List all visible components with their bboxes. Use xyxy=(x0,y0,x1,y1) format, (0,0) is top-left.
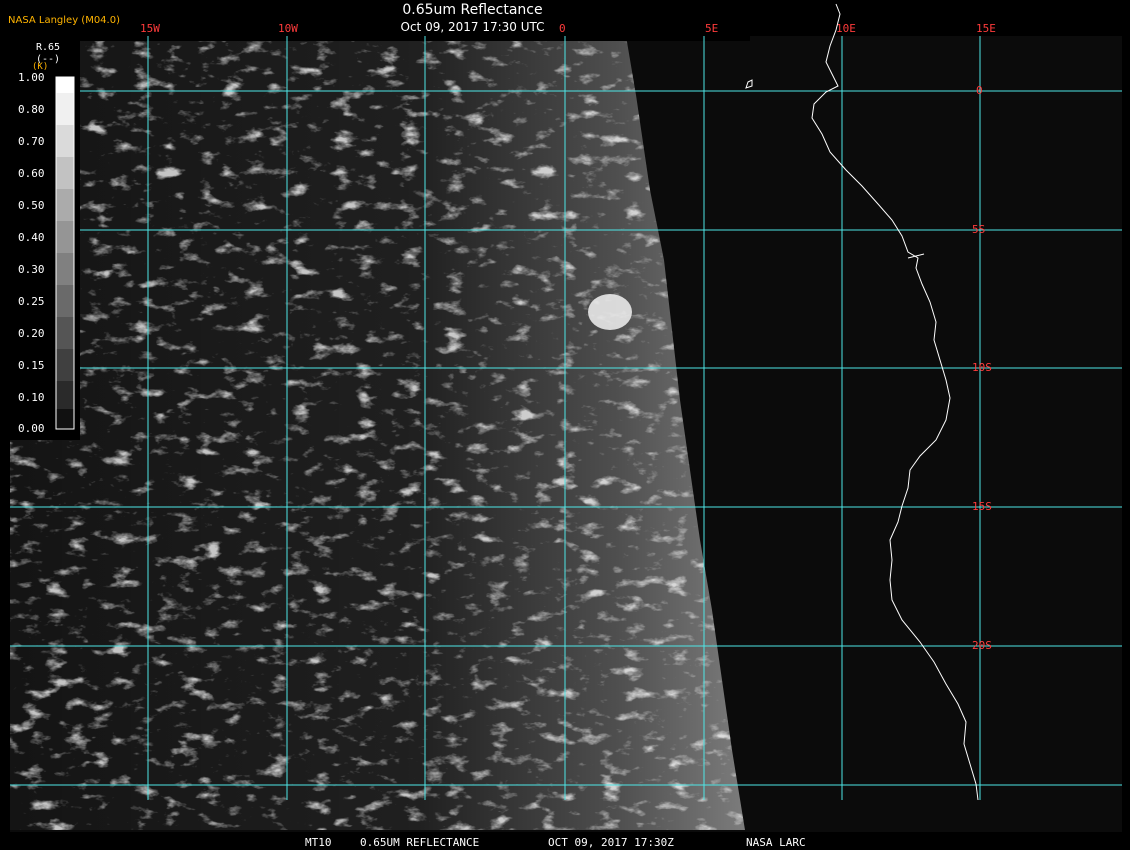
footer-bar: MT10 0.65UM REFLECTANCE OCT 09, 2017 17:… xyxy=(0,836,1130,850)
cloud-imagery xyxy=(10,36,745,830)
legend-value: 0.50 xyxy=(18,199,45,212)
lat-label-10s: 10S xyxy=(972,361,992,374)
lat-label-20s: 20S xyxy=(972,639,992,652)
legend-value: 0.80 xyxy=(18,103,45,116)
lat-label-15s: 15S xyxy=(972,500,992,513)
legend-value: 0.00 xyxy=(18,422,45,435)
footer-product: 0.65UM REFLECTANCE xyxy=(360,836,480,849)
footer-datetime: OCT 09, 2017 17:30Z xyxy=(548,836,674,849)
legend-value: 1.00 xyxy=(18,71,45,84)
legend-value: 0.15 xyxy=(18,359,45,372)
satellite-map xyxy=(10,3,1122,832)
scan-gap xyxy=(10,36,750,41)
satellite-image-viewer: NASA Langley (M04.0) 0.65um Reflectance … xyxy=(0,0,1130,850)
legend-value: 0.40 xyxy=(18,231,45,244)
lat-label-5s: 5S xyxy=(972,223,986,236)
footer-organization: NASA LARC xyxy=(746,836,806,849)
lat-label-0: 0 xyxy=(976,84,983,97)
legend-value: 0.60 xyxy=(18,167,45,180)
legend-value: 0.10 xyxy=(18,391,45,404)
footer-satellite: MT10 xyxy=(305,836,332,849)
legend-value: 0.70 xyxy=(18,135,45,148)
legend-value: 0.25 xyxy=(18,295,45,308)
legend-value: 0.20 xyxy=(18,327,45,340)
legend-value: 0.30 xyxy=(18,263,45,276)
color-legend: R.65 (--) (K) 1.00 0.80 0.70 0.60 0.50 0… xyxy=(10,40,80,440)
